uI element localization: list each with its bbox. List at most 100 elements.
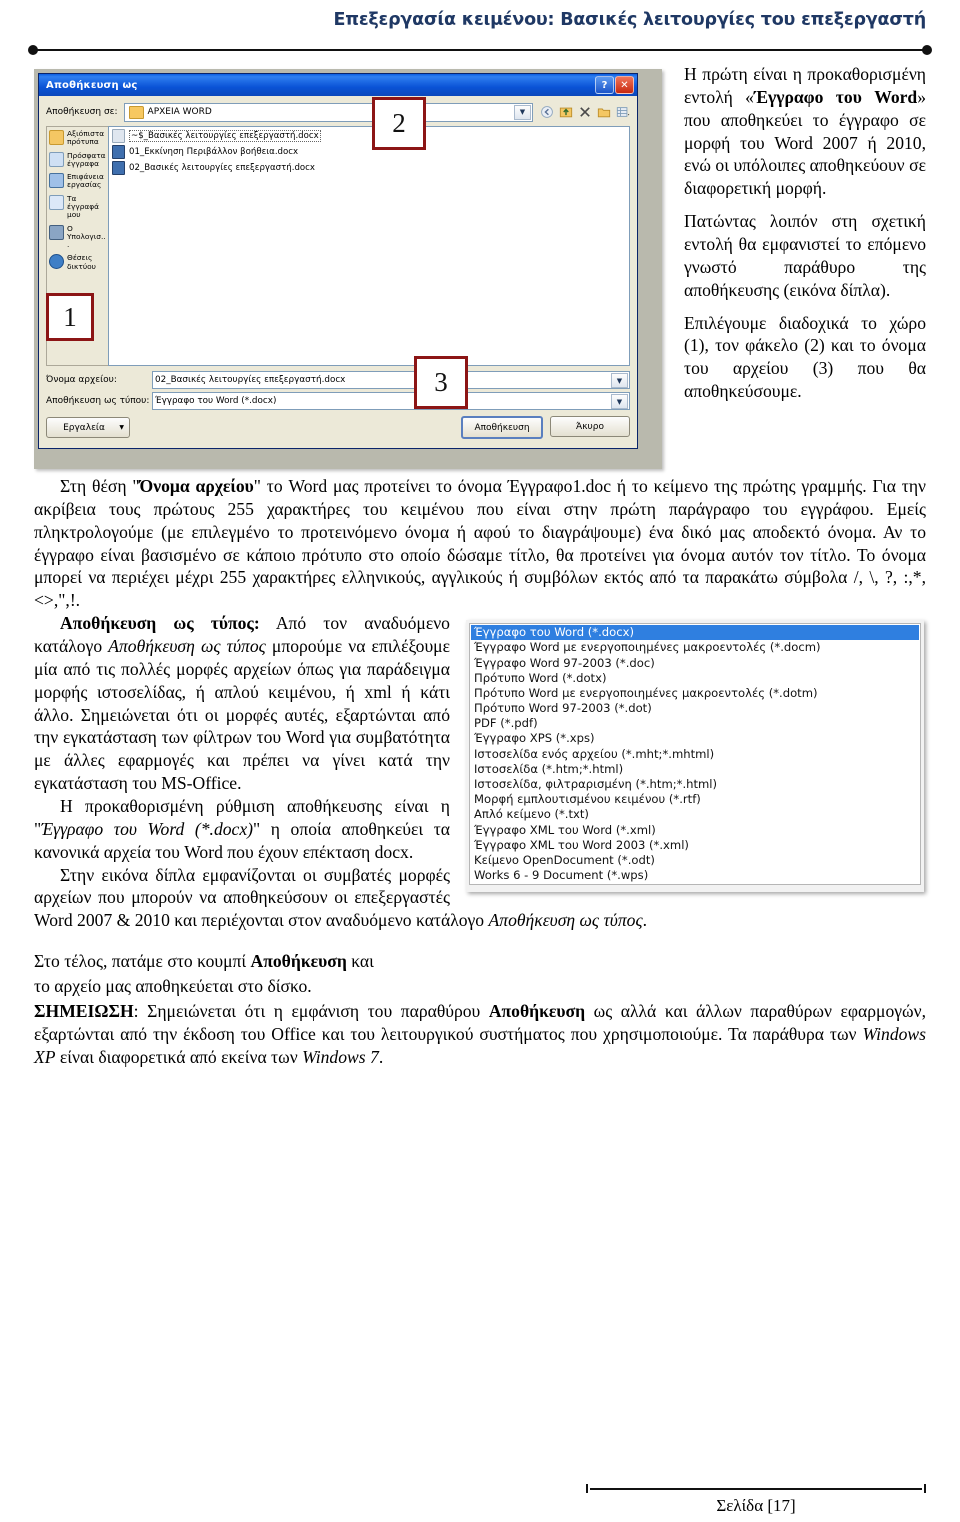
format-item[interactable]: Μορφή εμπλουτισμένου κειμένου (*.rtf): [471, 792, 919, 807]
filename-row: Όνομα αρχείου: 02_Βασικές λειτουργίες επ…: [46, 371, 630, 389]
screenshot-frame: Αποθήκευση ως ? ✕ Αποθήκευση σε: ΑΡΧΕΙΑ …: [34, 69, 662, 469]
desktop-icon: [49, 173, 64, 189]
file-list-item[interactable]: 01_Εκκίνηση Περιβάλλον βοήθεια.docx: [111, 145, 627, 159]
footer-cap-left: [586, 1484, 588, 1493]
views-icon[interactable]: [616, 105, 630, 119]
file-icon: [112, 129, 125, 143]
page-number: Σελίδα [17]: [716, 1496, 796, 1515]
chevron-down-icon[interactable]: ▼: [611, 373, 628, 388]
format-item[interactable]: Απλό κείμενο (*.txt): [471, 807, 919, 822]
back-icon[interactable]: [540, 105, 554, 119]
place-item[interactable]: Πρόσφατα έγγραφα: [49, 151, 106, 169]
delete-icon[interactable]: [578, 105, 592, 119]
text-fragment: : Σημειώνεται ότι η εμφάνιση του παραθύρ…: [133, 1000, 489, 1021]
text-fragment-italic: Αποθήκευση ως τύπος: [488, 910, 643, 931]
dialog-title: Αποθήκευση ως: [46, 79, 138, 91]
format-list-figure: Έγγραφο του Word (*.docx) Έγγραφο Word μ…: [466, 620, 926, 893]
place-item[interactable]: Επιφάνεια εργασίας: [49, 173, 106, 190]
help-icon[interactable]: ?: [595, 76, 614, 94]
chevron-down-icon[interactable]: ▼: [514, 104, 531, 120]
filetype-select[interactable]: Έγγραφο του Word (*.docx) ▼: [152, 392, 630, 410]
my-computer-icon: [49, 224, 64, 240]
callout-number-1: 1: [46, 293, 94, 341]
tools-button[interactable]: Εργαλεία ▼: [46, 417, 130, 438]
save-as-dialog-figure: Αποθήκευση ως ? ✕ Αποθήκευση σε: ΑΡΧΕΙΑ …: [34, 69, 666, 469]
text-fragment: .: [378, 1046, 384, 1067]
up-one-level-icon[interactable]: [559, 105, 573, 119]
my-documents-icon: [49, 194, 64, 210]
new-folder-icon[interactable]: [597, 105, 611, 119]
text-fragment: " το Word μας προτείνει το όνομα Έγγραφο…: [34, 476, 926, 611]
note-label: ΣΗΜΕΙΩΣΗ: [34, 1000, 134, 1021]
close-icon[interactable]: ✕: [615, 76, 634, 94]
format-item[interactable]: Ιστοσελίδα (*.htm;*.html): [471, 762, 919, 777]
document-header: Επεξεργασία κειμένου: Βασικές λειτουργίε…: [0, 0, 960, 31]
cancel-button[interactable]: Άκυρο: [550, 416, 630, 437]
text-fragment-bold: Όνομα αρχείου: [139, 476, 254, 496]
folder-icon: [128, 105, 144, 119]
dialog-footer: Εργαλεία ▼ Αποθήκευση Άκυρο: [46, 416, 630, 439]
format-item[interactable]: Πρότυπο Word (*.dotx): [471, 671, 919, 686]
text-fragment-bold: Αποθήκευση: [488, 1000, 586, 1021]
format-item[interactable]: Κείμενο OpenDocument (*.odt): [471, 853, 919, 868]
file-name: ~$_Βασικές λειτουργίες επεξεργαστή.docx: [129, 130, 321, 142]
format-item[interactable]: Έγγραφο XML του Word 2003 (*.xml): [471, 838, 919, 853]
tools-button-label: Εργαλεία: [63, 422, 105, 433]
chevron-down-icon[interactable]: ▼: [611, 394, 628, 409]
document-footer: Σελίδα [17]: [0, 1483, 960, 1516]
filename-input[interactable]: 02_Βασικές λειτουργίες επεξεργαστή.docx …: [152, 371, 630, 389]
format-item[interactable]: Πρότυπο Word 97-2003 (*.dot): [471, 701, 919, 716]
text-fragment-bold: Αποθήκευση: [250, 951, 347, 972]
filename-label: Όνομα αρχείου:: [46, 375, 117, 385]
dropdown-items[interactable]: Έγγραφο του Word (*.docx) Έγγραφο Word μ…: [469, 623, 921, 886]
callout-number-3: 3: [414, 356, 468, 409]
place-item[interactable]: Θέσεις δικτύου: [49, 254, 106, 271]
trusted-templates-icon: [49, 130, 64, 145]
format-item[interactable]: Ιστοσελίδα, φιλτραρισμένη (*.htm;*.html): [471, 777, 919, 792]
save-as-type-dropdown: Έγγραφο του Word (*.docx) Έγγραφο Word μ…: [466, 620, 924, 893]
text-fragment: μπορούμε να επιλέξουμε μία από τις πολλέ…: [34, 636, 450, 794]
file-list[interactable]: ~$_Βασικές λειτουργίες επεξεργαστή.docx …: [108, 126, 630, 366]
dialog-action-buttons: Αποθήκευση Άκυρο: [461, 416, 630, 439]
place-label: Τα έγγραφά μου: [67, 193, 100, 220]
chevron-down-icon: ▼: [119, 424, 124, 431]
save-in-combo[interactable]: ΑΡΧΕΙΑ WORD ▼: [123, 102, 533, 122]
paragraph-final-save: Στο τέλος, πατάμε στο κουμπί Αποθήκευση …: [34, 950, 926, 973]
dialog-toolbar: [540, 105, 630, 119]
dialog-main-area: Αξιόπιστα πρότυπα Πρόσφατα έγγραφα Επιφά…: [46, 126, 630, 366]
place-label: Επιφάνεια εργασίας: [67, 172, 104, 190]
format-item[interactable]: Έγγραφο XML του Word (*.xml): [471, 823, 919, 838]
text-fragment: .: [642, 910, 647, 931]
save-as-dialog: Αποθήκευση ως ? ✕ Αποθήκευση σε: ΑΡΧΕΙΑ …: [38, 73, 638, 449]
format-item[interactable]: Ιστοσελίδα ενός αρχείου (*.mht;*.mhtml): [471, 747, 919, 762]
file-list-item[interactable]: ~$_Βασικές λειτουργίες επεξεργαστή.docx: [111, 129, 627, 143]
save-in-row: Αποθήκευση σε: ΑΡΧΕΙΑ WORD ▼: [46, 102, 630, 122]
format-item[interactable]: PDF (*.pdf): [471, 716, 919, 731]
save-button[interactable]: Αποθήκευση: [461, 416, 543, 439]
place-item[interactable]: Ο Υπολογισ...: [49, 224, 106, 250]
place-item[interactable]: Τα έγγραφά μου: [49, 193, 106, 220]
tail-section: Στο τέλος, πατάμε στο κουμπί Αποθήκευση …: [34, 950, 926, 1068]
file-name: 01_Εκκίνηση Περιβάλλον βοήθεια.docx: [129, 147, 299, 157]
header-title: Επεξεργασία κειμένου: Βασικές λειτουργίε…: [333, 10, 926, 30]
text-fragment: και: [346, 951, 374, 972]
text-fragment-italic: Αποθήκευση ως τύπος: [108, 636, 266, 657]
document-content: Αποθήκευση ως ? ✕ Αποθήκευση σε: ΑΡΧΕΙΑ …: [0, 63, 960, 1068]
dialog-fields: Όνομα αρχείου: 02_Βασικές λειτουργίες επ…: [46, 371, 630, 410]
text-fragment-italic: Έγγραφο του Word (*.docx): [41, 818, 254, 839]
format-item[interactable]: Έγγραφο του Word (*.docx): [471, 625, 919, 641]
format-item[interactable]: Έγγραφο Word με ενεργοποιημένες μακροεντ…: [471, 640, 919, 655]
network-places-icon: [49, 254, 64, 270]
format-item[interactable]: Works 6 - 9 Document (*.wps): [471, 868, 919, 883]
file-list-item[interactable]: 02_Βασικές λειτουργίες επεξεργαστή.docx: [111, 161, 627, 175]
place-label: Θέσεις δικτύου: [67, 253, 96, 271]
save-in-value: ΑΡΧΕΙΑ WORD: [147, 107, 212, 117]
format-item[interactable]: Πρότυπο Word με ενεργοποιημένες μακροεντ…: [471, 686, 919, 701]
format-item[interactable]: Έγγραφο Word 97-2003 (*.doc): [471, 656, 919, 671]
place-item[interactable]: Αξιόπιστα πρότυπα: [49, 129, 106, 147]
text-fragment-bold: Έγγραφο του Word: [753, 86, 918, 107]
format-item[interactable]: Έγγραφο XPS (*.xps): [471, 731, 919, 746]
filetype-row: Αποθήκευση ως τύπου: Έγγραφο του Word (*…: [46, 392, 630, 410]
dialog-titlebar: Αποθήκευση ως ? ✕: [39, 74, 637, 96]
word-file-icon: [112, 145, 125, 159]
